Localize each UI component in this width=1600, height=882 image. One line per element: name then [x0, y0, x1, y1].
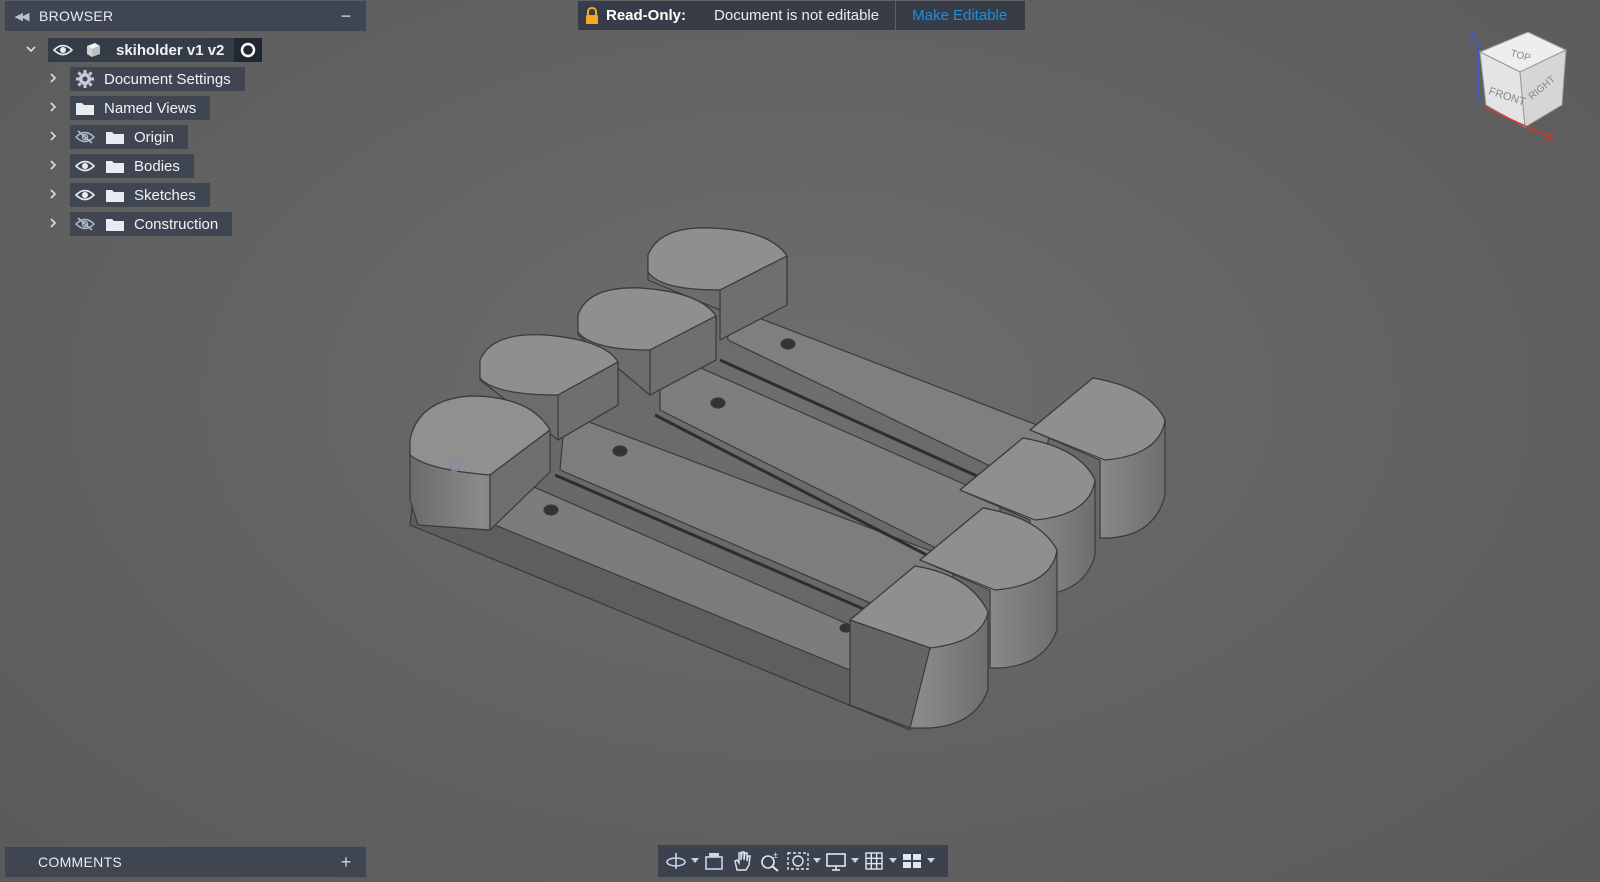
tree-item-label: Origin [134, 128, 175, 146]
lock-icon [578, 6, 606, 25]
orbit-dropdown-icon[interactable] [690, 858, 700, 864]
minus-icon[interactable]: − [326, 7, 366, 25]
fit-window-icon[interactable] [784, 845, 812, 877]
ski-holder-model[interactable] [409, 227, 1166, 731]
chevron-right-icon[interactable] [46, 129, 60, 143]
navigation-toolbar: ± [658, 845, 948, 877]
folder-icon [100, 212, 130, 236]
display-settings-icon[interactable] [822, 845, 850, 877]
viewcube[interactable]: TOP FRONT RIGHT Z X [1468, 31, 1568, 146]
grid-icon[interactable] [860, 845, 888, 877]
tree-item-bodies[interactable]: Bodies [70, 154, 194, 178]
svg-text:±: ± [773, 850, 778, 860]
tree-item-label: Sketches [134, 186, 196, 204]
eye-icon[interactable] [70, 154, 100, 178]
viewports-icon[interactable] [898, 845, 926, 877]
chevron-down-icon[interactable] [24, 42, 38, 56]
canvas-viewport[interactable]: TOP FRONT RIGHT Z X [0, 0, 1600, 882]
component-cube-icon [78, 38, 108, 62]
tree-item-document-settings[interactable]: Document Settings [70, 67, 245, 91]
browser-title: BROWSER [39, 8, 114, 24]
chevron-right-icon[interactable] [46, 100, 60, 114]
axis-x-label: X [1544, 129, 1554, 146]
read-only-message: Document is not editable [714, 7, 880, 24]
chevron-right-icon[interactable] [46, 216, 60, 230]
plus-icon[interactable]: + [326, 853, 366, 871]
browser-panel-header: ◀◀ BROWSER − [5, 1, 366, 31]
comments-panel-header[interactable]: COMMENTS + [5, 847, 366, 877]
zoom-icon[interactable]: ± [756, 845, 784, 877]
read-only-banner: Read-Only: Document is not editable Make… [578, 1, 1025, 30]
tree-item-sketches[interactable]: Sketches [70, 183, 210, 207]
folder-icon [100, 125, 130, 149]
tree-item-label: Bodies [134, 157, 180, 175]
comments-title: COMMENTS [38, 854, 123, 870]
display-dropdown-icon[interactable] [850, 858, 860, 864]
double-chevron-left-icon[interactable]: ◀◀ [5, 10, 37, 23]
tree-item-label: Document Settings [104, 70, 231, 88]
axis-z-label: Z [1468, 31, 1477, 48]
chevron-right-icon[interactable] [46, 71, 60, 85]
eye-icon[interactable] [48, 38, 78, 62]
folder-icon [70, 96, 100, 120]
tree-root-label: skiholder v1 v2 [116, 41, 225, 59]
tree-root-skiholder[interactable]: skiholder v1 v2 [48, 38, 263, 62]
chevron-right-icon[interactable] [46, 187, 60, 201]
pan-hand-icon[interactable] [728, 845, 756, 877]
grid-dropdown-icon[interactable] [888, 858, 898, 864]
folder-icon [100, 154, 130, 178]
read-only-label: Read-Only: [606, 7, 687, 24]
viewports-dropdown-icon[interactable] [926, 858, 936, 864]
eye-icon[interactable] [70, 183, 100, 207]
folder-icon [100, 183, 130, 207]
tree-item-label: Named Views [104, 99, 197, 117]
make-editable-link[interactable]: Make Editable [896, 7, 1007, 24]
look-at-icon[interactable] [700, 845, 728, 877]
eye-hidden-icon[interactable] [70, 125, 100, 149]
tree-item-named-views[interactable]: Named Views [70, 96, 211, 120]
gear-icon [70, 67, 100, 91]
tree-item-construction[interactable]: Construction [70, 212, 233, 236]
orbit-icon[interactable] [662, 845, 690, 877]
eye-hidden-icon[interactable] [70, 212, 100, 236]
chevron-right-icon[interactable] [46, 158, 60, 172]
active-radio-icon[interactable] [234, 38, 263, 62]
tree-item-origin[interactable]: Origin [70, 125, 189, 149]
tree-item-label: Construction [134, 215, 219, 233]
fit-dropdown-icon[interactable] [812, 858, 822, 864]
